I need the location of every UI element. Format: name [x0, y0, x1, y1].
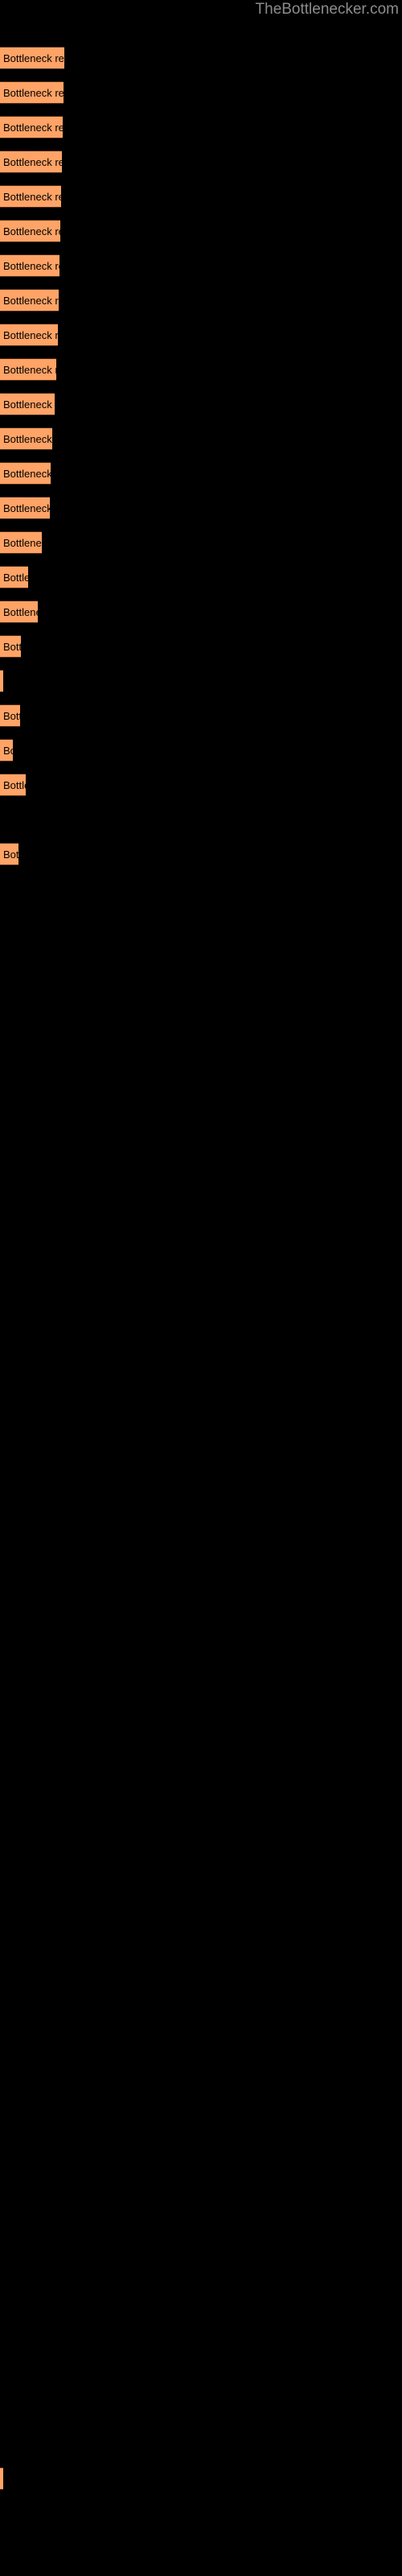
- bar-label: Bottler: [3, 779, 26, 791]
- bar-label: Bottle: [3, 572, 28, 584]
- bar-label: Bottleneck result: [3, 156, 62, 168]
- bar-8[interactable]: Bottleneck result: [0, 289, 59, 312]
- bar-21[interactable]: Bo: [0, 739, 13, 762]
- bar-6[interactable]: Bottleneck result: [0, 220, 60, 242]
- bar-label: Bo: [3, 745, 13, 757]
- bar-label: Bottleneck result: [3, 122, 63, 134]
- bar-label: Bottleneck result: [3, 364, 56, 376]
- bar-12[interactable]: Bottleneck resu: [0, 427, 52, 450]
- bar-17[interactable]: Bottlenec: [0, 601, 38, 623]
- bar-7[interactable]: Bottleneck result: [0, 254, 59, 277]
- bar-label: Bottlenec: [3, 606, 38, 618]
- bar-label: Bottleneck result: [3, 260, 59, 272]
- bar-11[interactable]: Bottleneck resul: [0, 393, 55, 415]
- bar-label: Bottleneck resu: [3, 433, 52, 445]
- bar-18[interactable]: Bott: [0, 635, 21, 658]
- bar-label: Bottleneck result: [3, 52, 64, 64]
- bar-label: Bottleneck result: [3, 87, 64, 99]
- bar-20[interactable]: Bott: [0, 704, 20, 727]
- bar-label: Bottleneck resul: [3, 398, 55, 411]
- bar-label: Bottleneck result: [3, 329, 58, 341]
- bar-label: Bottleneck result: [3, 225, 60, 237]
- bar-label: Bott: [3, 641, 21, 653]
- bar-3[interactable]: Bottleneck result: [0, 116, 63, 138]
- bar-2[interactable]: Bottleneck result: [0, 81, 64, 104]
- bar-4[interactable]: Bottleneck result: [0, 151, 62, 173]
- bar-14[interactable]: Bottleneck res: [0, 497, 50, 519]
- bar-5[interactable]: Bottleneck result: [0, 185, 61, 208]
- bar-10[interactable]: Bottleneck result: [0, 358, 56, 381]
- bar-label: Bott: [3, 710, 20, 722]
- bar-24[interactable]: Bot: [0, 843, 18, 865]
- bar-1[interactable]: Bottleneck result: [0, 47, 64, 69]
- bar-label: Bottleneck result: [3, 191, 61, 203]
- bottleneck-bar-chart: Bottleneck result Bottleneck result Bottle…: [0, 0, 402, 2576]
- bar-9[interactable]: Bottleneck result: [0, 324, 58, 346]
- bar-16[interactable]: Bottle: [0, 566, 28, 588]
- bar-label: Bottleneck: [3, 537, 42, 549]
- bar-25[interactable]: [0, 2467, 3, 2490]
- bar-label: Bottleneck res: [3, 502, 50, 514]
- bar-19[interactable]: [0, 670, 3, 692]
- bar-13[interactable]: Bottleneck resu: [0, 462, 51, 485]
- bar-label: Bottleneck result: [3, 295, 59, 307]
- bar-15[interactable]: Bottleneck: [0, 531, 42, 554]
- bar-22[interactable]: Bottler: [0, 774, 26, 796]
- bar-label: Bottleneck resu: [3, 468, 51, 480]
- bar-label: Bot: [3, 848, 18, 861]
